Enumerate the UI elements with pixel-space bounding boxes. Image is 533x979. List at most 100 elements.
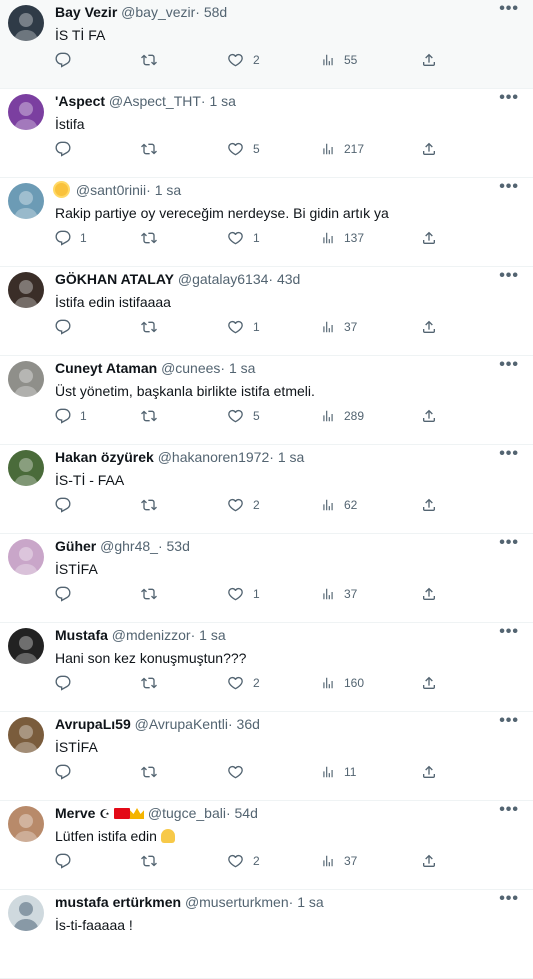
- views-button[interactable]: 160: [321, 673, 364, 693]
- views-button[interactable]: 37: [321, 851, 357, 871]
- retweet-button[interactable]: [140, 317, 167, 337]
- views-button[interactable]: 37: [321, 584, 357, 604]
- display-name[interactable]: mustafa ertürkmen: [55, 894, 181, 910]
- tweet[interactable]: Hakan özyürek @hakanoren1972· 1 sa ••• İS-…: [0, 445, 533, 534]
- user-handle[interactable]: @Aspect_THT: [109, 93, 201, 109]
- reply-button[interactable]: [55, 584, 80, 604]
- like-button[interactable]: 1: [227, 584, 260, 604]
- reply-button[interactable]: [55, 139, 80, 159]
- display-name[interactable]: AvrupaLı59: [55, 716, 131, 732]
- avatar[interactable]: [8, 183, 44, 219]
- views-button[interactable]: 137: [321, 228, 364, 248]
- views-button[interactable]: 11: [321, 762, 356, 782]
- user-handle[interactable]: @mdenizzor: [112, 627, 191, 643]
- tweet[interactable]: 'Aspect @Aspect_THT· 1 sa ••• İstifa 5 217: [0, 89, 533, 178]
- tweet[interactable]: mustafa ertürkmen @muserturkmen· 1 sa •••…: [0, 890, 533, 979]
- timestamp[interactable]: 1 sa: [278, 449, 304, 465]
- avatar[interactable]: [8, 361, 44, 397]
- more-options-icon[interactable]: •••: [499, 623, 519, 641]
- more-options-icon[interactable]: •••: [499, 712, 519, 730]
- tweet[interactable]: Güher @ghr48_· 53d ••• İSTİFA 1 37: [0, 534, 533, 623]
- tweet[interactable]: AvrupaLı59 @AvrupaKentli· 36d ••• İSTİFA 11: [0, 712, 533, 801]
- timestamp[interactable]: 1 sa: [155, 182, 181, 198]
- share-button[interactable]: [421, 762, 437, 782]
- more-options-icon[interactable]: •••: [499, 534, 519, 552]
- avatar[interactable]: [8, 272, 44, 308]
- share-button[interactable]: [421, 673, 437, 693]
- tweet[interactable]: Merve ☪ @tugce_bali· 54d ••• Lütfen istifa…: [0, 801, 533, 890]
- more-options-icon[interactable]: •••: [499, 890, 519, 908]
- reply-button[interactable]: [55, 495, 80, 515]
- retweet-button[interactable]: [140, 406, 167, 426]
- like-button[interactable]: 2: [227, 50, 260, 70]
- reply-button[interactable]: [55, 317, 80, 337]
- share-button[interactable]: [421, 317, 437, 337]
- more-options-icon[interactable]: •••: [499, 445, 519, 463]
- retweet-button[interactable]: [140, 228, 167, 248]
- display-name[interactable]: Hakan özyürek: [55, 449, 154, 465]
- more-options-icon[interactable]: •••: [499, 89, 519, 107]
- retweet-button[interactable]: [140, 673, 167, 693]
- retweet-button[interactable]: [140, 139, 167, 159]
- user-handle[interactable]: @hakanoren1972: [158, 449, 270, 465]
- timestamp[interactable]: 1 sa: [209, 93, 235, 109]
- tweet[interactable]: Mustafa @mdenizzor· 1 sa ••• Hani son kez …: [0, 623, 533, 712]
- like-button[interactable]: 5: [227, 139, 260, 159]
- avatar[interactable]: [8, 94, 44, 130]
- tweet[interactable]: GÖKHAN ATALAY @gatalay6134· 43d ••• İstifa…: [0, 267, 533, 356]
- reply-button[interactable]: [55, 762, 80, 782]
- views-button[interactable]: 62: [321, 495, 357, 515]
- display-name[interactable]: Bay Vezir: [55, 4, 117, 20]
- display-name[interactable]: GÖKHAN ATALAY: [55, 271, 174, 287]
- more-options-icon[interactable]: •••: [499, 356, 519, 374]
- display-name[interactable]: Mustafa: [55, 627, 108, 643]
- tweet[interactable]: Bay Vezir @bay_vezir· 58d ••• İS Tİ FA 2 55: [0, 0, 533, 89]
- display-name[interactable]: 'Aspect: [55, 93, 105, 109]
- like-button[interactable]: 1: [227, 317, 260, 337]
- views-button[interactable]: 55: [321, 50, 357, 70]
- like-button[interactable]: 1: [227, 228, 260, 248]
- retweet-button[interactable]: [140, 584, 167, 604]
- avatar[interactable]: [8, 5, 44, 41]
- reply-button[interactable]: 1: [55, 406, 87, 426]
- like-button[interactable]: [227, 762, 253, 782]
- avatar[interactable]: [8, 450, 44, 486]
- reply-button[interactable]: [55, 673, 80, 693]
- tweet[interactable]: Cuneyt Ataman @cunees· 1 sa ••• Üst yöneti…: [0, 356, 533, 445]
- user-handle[interactable]: @cunees: [161, 360, 220, 376]
- avatar[interactable]: [8, 895, 44, 931]
- more-options-icon[interactable]: •••: [499, 267, 519, 285]
- retweet-button[interactable]: [140, 495, 167, 515]
- more-options-icon[interactable]: •••: [499, 801, 519, 819]
- tweet[interactable]: @sant0rinii· 1 sa ••• Rakip partiye oy ver…: [0, 178, 533, 267]
- user-handle[interactable]: @bay_vezir: [121, 4, 195, 20]
- avatar[interactable]: [8, 717, 44, 753]
- avatar[interactable]: [8, 628, 44, 664]
- timestamp[interactable]: 53d: [167, 538, 190, 554]
- like-button[interactable]: 2: [227, 851, 260, 871]
- user-handle[interactable]: @AvrupaKentli: [135, 716, 228, 732]
- reply-button[interactable]: [55, 851, 80, 871]
- like-button[interactable]: 2: [227, 673, 260, 693]
- timestamp[interactable]: 58d: [204, 4, 227, 20]
- share-button[interactable]: [421, 406, 437, 426]
- user-handle[interactable]: @ghr48_: [100, 538, 158, 554]
- share-button[interactable]: [421, 50, 437, 70]
- retweet-button[interactable]: [140, 851, 167, 871]
- views-button[interactable]: 289: [321, 406, 364, 426]
- share-button[interactable]: [421, 851, 437, 871]
- timestamp[interactable]: 1 sa: [297, 894, 323, 910]
- timestamp[interactable]: 36d: [237, 716, 260, 732]
- share-button[interactable]: [421, 495, 437, 515]
- timestamp[interactable]: 54d: [235, 805, 258, 821]
- share-button[interactable]: [421, 139, 437, 159]
- user-handle[interactable]: @muserturkmen: [185, 894, 289, 910]
- timestamp[interactable]: 1 sa: [229, 360, 255, 376]
- timestamp[interactable]: 1 sa: [199, 627, 225, 643]
- user-handle[interactable]: @tugce_bali: [148, 805, 226, 821]
- retweet-button[interactable]: [140, 50, 167, 70]
- like-button[interactable]: 5: [227, 406, 260, 426]
- more-options-icon[interactable]: •••: [499, 0, 519, 18]
- avatar[interactable]: [8, 806, 44, 842]
- views-button[interactable]: 217: [321, 139, 364, 159]
